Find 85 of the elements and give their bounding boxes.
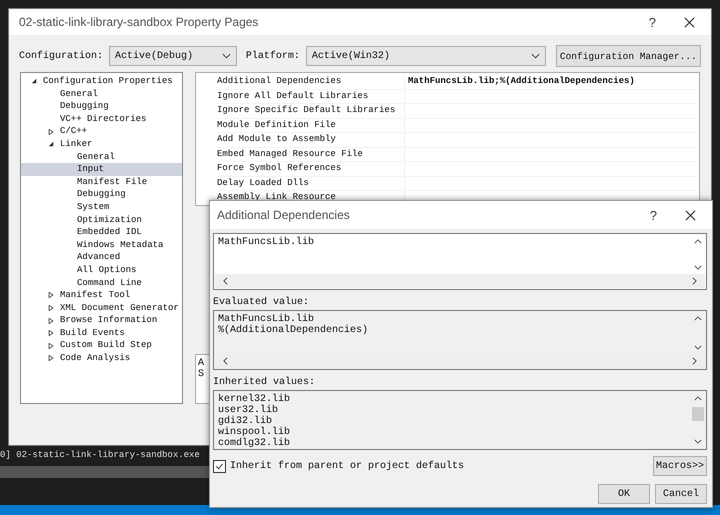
checkbox-label: Inherit from parent or project defaults — [230, 460, 466, 472]
scroll-down-icon — [694, 345, 702, 350]
inherited-label: Inherited values: — [213, 377, 316, 388]
dropdown-value: Active(Debug) — [115, 50, 194, 62]
inherited-value: gdi32.lib — [218, 416, 272, 427]
tree-item[interactable]: Browse Information — [21, 314, 182, 327]
property-name[interactable]: Module Definition File — [217, 118, 405, 132]
tree-item[interactable]: Custom Build Step — [21, 339, 182, 352]
tree-item[interactable]: General — [21, 150, 182, 164]
collapsed-arrow-icon[interactable] — [48, 292, 54, 298]
scroll-right-icon — [692, 357, 697, 365]
property-name[interactable]: Additional Dependencies — [217, 75, 405, 88]
property-name[interactable]: Delay Loaded Dlls — [217, 176, 405, 190]
property-name[interactable]: Force Symbol References — [217, 162, 405, 176]
checkbox[interactable] — [213, 460, 226, 472]
tree-item[interactable]: Manifest File — [21, 176, 182, 188]
configuration-manager-button[interactable]: Configuration Manager... — [556, 45, 701, 67]
tree-item[interactable]: Debugging — [21, 100, 182, 113]
caret-icon — [222, 53, 231, 59]
window-title: 02-static-link-library-sandbox Property Pages — [19, 15, 260, 29]
scroll-down-icon — [694, 265, 702, 270]
description-text: A — [198, 358, 204, 369]
platform-dropdown[interactable]: Active(Win32) — [306, 46, 546, 66]
macros-button[interactable]: Macros>> — [653, 456, 707, 476]
tree-item[interactable]: General — [21, 88, 182, 100]
property-name[interactable]: Embed Managed Resource File — [217, 148, 405, 161]
caret-icon — [530, 53, 540, 59]
evaluated-value: MathFuncsLib.lib — [218, 314, 314, 325]
collapsed-arrow-icon[interactable] — [48, 128, 54, 135]
tree-item[interactable]: Build Events — [21, 326, 182, 340]
collapsed-arrow-icon[interactable] — [48, 355, 54, 362]
close-icon[interactable] — [685, 210, 696, 220]
inherited-value: kernel32.lib — [218, 394, 292, 405]
inherited-value: comdlg32.lib — [218, 438, 292, 449]
help-button[interactable]: ? — [648, 14, 656, 30]
scroll-right-icon — [692, 277, 697, 285]
collapsed-arrow-icon[interactable] — [48, 342, 54, 349]
ok-button[interactable]: OK — [598, 484, 650, 504]
expanded-arrow-icon[interactable] — [48, 141, 54, 148]
scroll-thumb[interactable] — [692, 407, 704, 421]
check-icon — [215, 462, 224, 470]
tree-item[interactable]: Linker — [21, 138, 182, 151]
property-name[interactable]: Ignore Specific Default Libraries — [217, 104, 405, 118]
tree-item[interactable]: All Options — [21, 264, 182, 276]
description-text: S — [198, 369, 204, 380]
tree-item[interactable]: Command Line — [21, 276, 182, 290]
collapsed-arrow-icon[interactable] — [48, 304, 54, 311]
tree-item[interactable]: Advanced — [21, 251, 182, 264]
close-icon[interactable] — [684, 16, 695, 28]
property-name[interactable]: Ignore All Default Libraries — [217, 90, 405, 103]
scroll-left-icon — [223, 357, 228, 365]
scroll-up-icon — [694, 239, 702, 244]
property-name[interactable]: Add Module to Assembly — [217, 133, 405, 146]
collapsed-arrow-icon[interactable] — [48, 330, 54, 336]
configuration-label: Configuration: — [19, 50, 104, 62]
tree-item[interactable]: Windows Metadata — [21, 238, 182, 252]
tree-item[interactable]: Configuration Properties — [21, 75, 182, 88]
cancel-button[interactable]: Cancel — [655, 484, 707, 504]
dialog-title: Additional Dependencies — [217, 208, 351, 222]
inherited-value: winspool.lib — [218, 427, 292, 438]
tree-item[interactable]: XML Document Generator — [21, 302, 182, 314]
inherited-value: user32.lib — [218, 405, 280, 416]
configuration-dropdown[interactable]: Active(Debug) — [109, 46, 237, 66]
output-line: 0] 02-static-link-library-sandbox.exe — [0, 450, 200, 460]
tree-item[interactable]: Code Analysis — [21, 352, 182, 365]
tree-item[interactable]: Input — [21, 163, 182, 176]
collapsed-arrow-icon[interactable] — [48, 318, 54, 324]
scroll-up-icon — [694, 316, 702, 321]
evaluated-value: %(AdditionalDependencies) — [218, 325, 370, 336]
property-value[interactable]: MathFuncsLib.lib;%(AdditionalDependencies) — [405, 75, 699, 88]
tree-item[interactable]: Debugging — [21, 188, 182, 201]
tree-item[interactable]: Manifest Tool — [21, 289, 182, 302]
scroll-up-icon — [694, 396, 702, 401]
dropdown-value: Active(Win32) — [312, 50, 391, 62]
platform-label: Platform: — [246, 50, 300, 62]
scroll-down-icon — [694, 439, 702, 444]
scroll-left-icon — [223, 277, 228, 285]
tree-item[interactable]: VC++ Directories — [21, 112, 182, 126]
tree-item[interactable]: C/C++ — [21, 125, 182, 138]
expanded-arrow-icon[interactable] — [31, 78, 37, 84]
tree-item[interactable]: Embedded IDL — [21, 226, 182, 239]
tree-item[interactable]: System — [21, 200, 182, 214]
tree-item[interactable]: Optimization — [21, 214, 182, 226]
evaluated-label: Evaluated value: — [213, 297, 310, 308]
help-button[interactable]: ? — [650, 208, 657, 222]
